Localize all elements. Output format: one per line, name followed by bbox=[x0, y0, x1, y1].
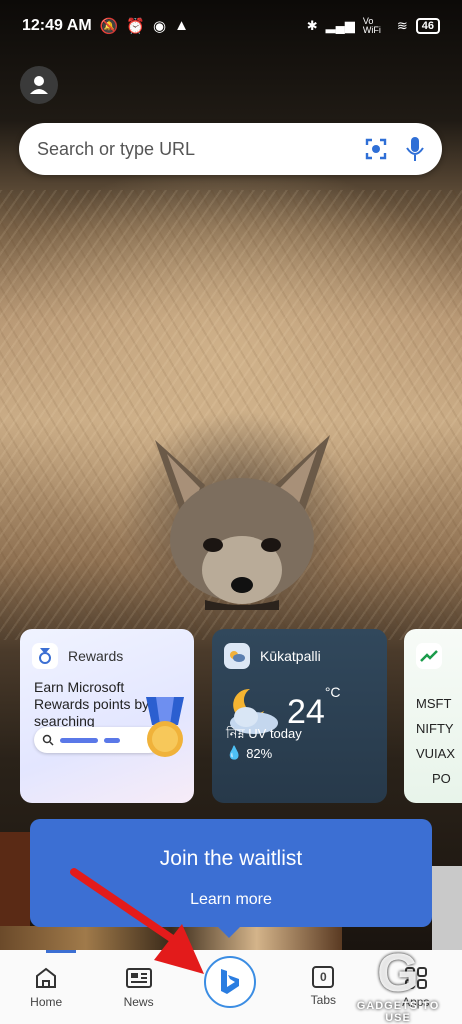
watermark-text: GADGETS TO USE bbox=[356, 1000, 440, 1024]
waitlist-pointer bbox=[217, 926, 241, 938]
search-input[interactable]: Search or type URL bbox=[37, 139, 195, 160]
status-bar: 12:49 AM 🔕 ⏰ ◉ ▲ ✱ ▂▄▆ Vo WiFi ≋ 46 bbox=[0, 0, 462, 52]
rewards-title: Rewards bbox=[68, 648, 124, 664]
search-icon bbox=[42, 734, 54, 746]
bing-icon bbox=[221, 969, 239, 994]
waitlist-title: Join the waitlist bbox=[159, 847, 303, 870]
trend-up-icon bbox=[416, 643, 442, 669]
weather-location: Kūkatpalli bbox=[260, 648, 321, 664]
news-card-photo bbox=[432, 866, 462, 950]
search-bar[interactable]: Search or type URL bbox=[19, 123, 442, 175]
weather-app-icon bbox=[224, 643, 250, 669]
mute-icon: 🔕 bbox=[99, 18, 119, 35]
temperature-unit: °C bbox=[324, 683, 341, 700]
microphone-icon[interactable] bbox=[406, 136, 424, 162]
medal-icon bbox=[32, 643, 58, 669]
droplet-icon: 💧 bbox=[226, 745, 243, 760]
stock-item[interactable]: NIFTY bbox=[404, 716, 462, 741]
watermark-logo: G bbox=[376, 943, 419, 1003]
alarm-icon: ⏰ bbox=[126, 18, 146, 35]
whatsapp-icon: ◉ bbox=[153, 18, 167, 35]
stocks-card[interactable]: MSFT NIFTY VUIAX PO bbox=[404, 629, 462, 803]
visual-search-icon[interactable] bbox=[364, 137, 388, 161]
person-icon bbox=[30, 76, 48, 94]
signal-icon: ▂▄▆ bbox=[325, 18, 355, 33]
weather-card[interactable]: Kūkatpalli 24°C নিম্ন UV today 💧 82% bbox=[212, 629, 387, 803]
annotation-arrow bbox=[70, 868, 204, 974]
profile-avatar-button[interactable] bbox=[20, 66, 58, 104]
stock-item[interactable]: VUIAX bbox=[404, 741, 462, 766]
medal-illustration-icon bbox=[146, 697, 184, 757]
status-time: 12:49 AM bbox=[22, 17, 92, 34]
nav-tabs-label: Tabs bbox=[310, 993, 337, 1007]
home-icon bbox=[36, 967, 57, 988]
humidity-value: 82% bbox=[246, 745, 273, 761]
warning-icon: ▲ bbox=[174, 17, 189, 34]
nav-home-label: Home bbox=[30, 995, 63, 1009]
bluetooth-icon: ✱ bbox=[306, 18, 318, 33]
nav-news-label: News bbox=[123, 995, 154, 1009]
gadgets-to-use-watermark: G GADGETS TO USE bbox=[342, 946, 454, 1024]
battery-indicator: 46 bbox=[415, 18, 440, 34]
rewards-card[interactable]: Rewards Earn Microsoft Rewards points by… bbox=[20, 629, 194, 803]
tabs-count: 0 bbox=[312, 966, 335, 988]
stock-item[interactable]: PO bbox=[404, 766, 462, 791]
stock-item[interactable]: MSFT bbox=[404, 691, 462, 716]
uv-index: নিম্ন UV today bbox=[226, 726, 302, 741]
fox-image bbox=[155, 435, 330, 610]
wifi-icon: ≋ bbox=[396, 18, 408, 33]
vowifi-label: Vo WiFi bbox=[362, 16, 381, 35]
